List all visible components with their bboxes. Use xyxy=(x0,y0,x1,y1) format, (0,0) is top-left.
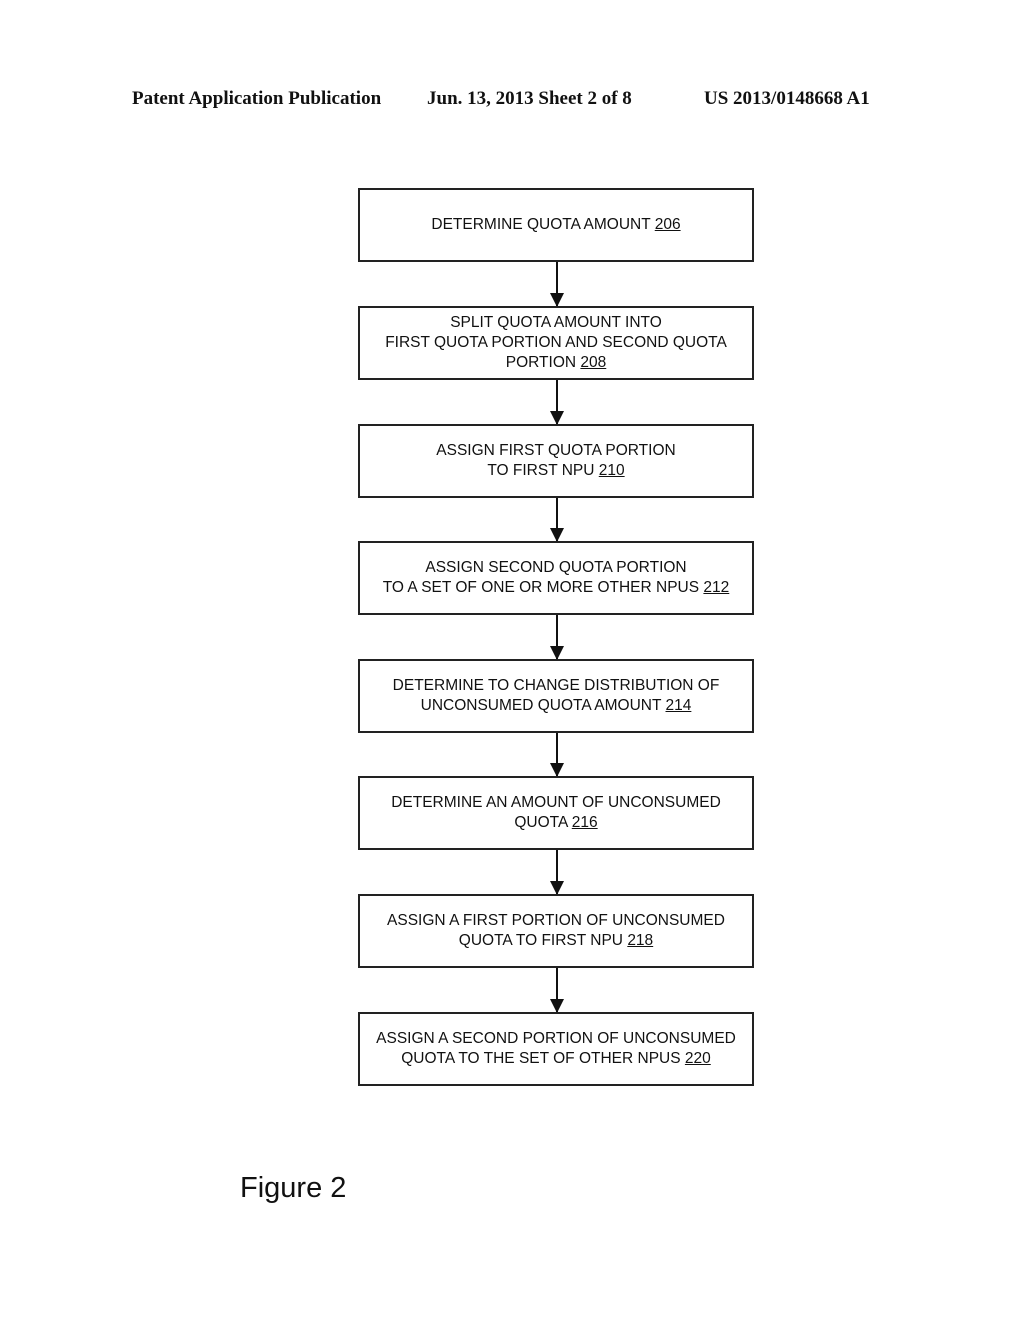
figure-label: Figure 2 xyxy=(240,1172,347,1204)
flow-step-text: DETERMINE AN AMOUNT OF UNCONSUMED QUOTA 2… xyxy=(385,793,727,833)
flow-step-218: ASSIGN A FIRST PORTION OF UNCONSUMED QUOT… xyxy=(358,894,754,968)
flow-step-line: FIRST QUOTA PORTION AND SECOND QUOTA xyxy=(385,334,727,351)
publication-date-sheet: Jun. 13, 2013 Sheet 2 of 8 xyxy=(427,88,632,109)
flow-arrow-down-icon xyxy=(550,850,564,895)
flow-step-ref: 212 xyxy=(703,579,730,596)
flow-step-206: DETERMINE QUOTA AMOUNT 206 xyxy=(358,188,754,262)
flow-step-line: TO A SET OF ONE OR MORE OTHER NPUS xyxy=(382,579,700,596)
flow-step-line: ASSIGN SECOND QUOTA PORTION xyxy=(425,559,687,576)
flow-arrow-down-icon xyxy=(550,615,564,660)
flow-step-line: UNCONSUMED QUOTA AMOUNT xyxy=(420,697,662,714)
flow-step-text: DETERMINE TO CHANGE DISTRIBUTION OF UNCON… xyxy=(387,676,726,716)
flow-step-line: DETERMINE AN AMOUNT OF UNCONSUMED xyxy=(391,794,721,811)
flow-step-216: DETERMINE AN AMOUNT OF UNCONSUMED QUOTA 2… xyxy=(358,776,754,850)
flow-step-208: SPLIT QUOTA AMOUNT INTO FIRST QUOTA PORTI… xyxy=(358,306,754,380)
flow-arrow-down-icon xyxy=(550,262,564,307)
flow-step-ref: 214 xyxy=(665,697,692,714)
flow-arrow-down-icon xyxy=(550,380,564,425)
flow-step-ref: 218 xyxy=(627,932,654,949)
flow-step-line: ASSIGN FIRST QUOTA PORTION xyxy=(436,442,676,459)
flow-step-line: TO FIRST NPU xyxy=(487,462,595,479)
flow-step-text: ASSIGN SECOND QUOTA PORTION TO A SET OF O… xyxy=(377,558,736,598)
flow-step-line: ASSIGN A FIRST PORTION OF UNCONSUMED xyxy=(387,912,725,929)
flow-step-line: QUOTA TO THE SET OF OTHER NPUS xyxy=(401,1050,681,1067)
patent-header: Patent Application Publication Jun. 13, … xyxy=(0,88,1024,114)
flow-step-line: DETERMINE TO CHANGE DISTRIBUTION OF xyxy=(392,677,720,694)
flow-step-text: DETERMINE QUOTA AMOUNT 206 xyxy=(425,215,686,235)
flow-step-text: ASSIGN A FIRST PORTION OF UNCONSUMED QUOT… xyxy=(381,911,731,951)
flow-arrow-down-icon xyxy=(550,968,564,1013)
flow-step-ref: 216 xyxy=(571,814,598,831)
flow-step-210: ASSIGN FIRST QUOTA PORTION TO FIRST NPU 2… xyxy=(358,424,754,498)
publication-number: US 2013/0148668 A1 xyxy=(704,88,870,109)
flow-arrow-down-icon xyxy=(550,733,564,777)
flow-step-text: ASSIGN A SECOND PORTION OF UNCONSUMED QUO… xyxy=(370,1029,742,1069)
flow-step-214: DETERMINE TO CHANGE DISTRIBUTION OF UNCON… xyxy=(358,659,754,733)
flow-step-line: PORTION xyxy=(505,354,577,371)
flow-step-ref: 208 xyxy=(580,354,607,371)
flow-step-line: DETERMINE QUOTA AMOUNT xyxy=(431,216,651,233)
publication-type: Patent Application Publication xyxy=(132,88,382,109)
flow-step-line: SPLIT QUOTA AMOUNT INTO xyxy=(450,314,662,331)
flow-step-line: QUOTA xyxy=(514,814,568,831)
flow-step-ref: 206 xyxy=(654,216,681,233)
flow-step-220: ASSIGN A SECOND PORTION OF UNCONSUMED QUO… xyxy=(358,1012,754,1086)
flow-step-212: ASSIGN SECOND QUOTA PORTION TO A SET OF O… xyxy=(358,541,754,615)
flow-step-line: ASSIGN A SECOND PORTION OF UNCONSUMED xyxy=(376,1030,736,1047)
flow-arrow-down-icon xyxy=(550,498,564,542)
flow-step-line: QUOTA TO FIRST NPU xyxy=(458,932,623,949)
flow-step-ref: 220 xyxy=(684,1050,711,1067)
flow-step-ref: 210 xyxy=(598,462,625,479)
flow-step-text: SPLIT QUOTA AMOUNT INTO FIRST QUOTA PORTI… xyxy=(379,313,733,373)
flow-step-text: ASSIGN FIRST QUOTA PORTION TO FIRST NPU 2… xyxy=(430,441,681,481)
